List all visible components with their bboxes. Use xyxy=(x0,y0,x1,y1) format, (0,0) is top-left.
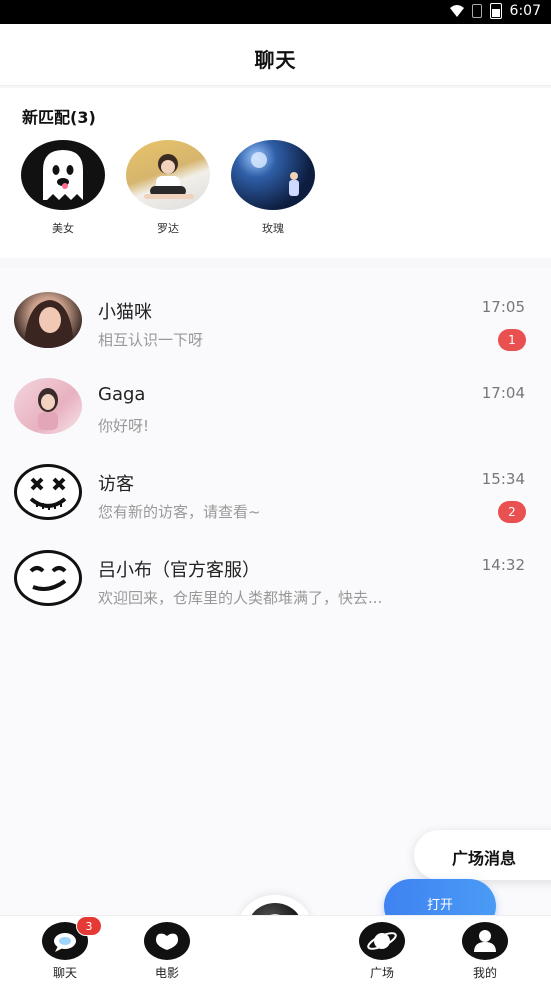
chat-time: 17:05 xyxy=(481,298,525,316)
status-icons: 6:07 xyxy=(449,3,541,19)
plaza-message-pill[interactable]: 广场消息 xyxy=(414,830,551,880)
avatar xyxy=(21,140,105,210)
chat-list: 小猫咪 相互认识一下呀 17:05 1 Gaga 你好呀! 17:04 访客 您… xyxy=(0,268,551,915)
status-time: 6:07 xyxy=(509,3,541,19)
tab-label: 电影 xyxy=(154,966,179,980)
tab-chat[interactable]: 3 聊天 xyxy=(35,916,102,981)
avatar xyxy=(14,378,82,434)
header: 聊天 xyxy=(0,24,551,86)
tab-label: 聊天 xyxy=(52,966,77,980)
avatar xyxy=(14,292,82,348)
chat-row[interactable]: Gaga 你好呀! 17:04 xyxy=(0,362,551,448)
unread-badge: 1 xyxy=(498,329,526,351)
page-title: 聊天 xyxy=(254,48,297,72)
avatar xyxy=(14,550,82,606)
chat-message: 欢迎回来，仓库里的人类都堆满了，快去... xyxy=(98,589,383,607)
plaza-message-label: 广场消息 xyxy=(452,849,517,868)
planet-icon xyxy=(359,922,405,960)
new-match-item[interactable]: 玫瑰 xyxy=(230,140,316,236)
tab-profile[interactable]: 我的 xyxy=(455,922,515,981)
new-match-item[interactable]: 罗达 xyxy=(125,140,211,236)
unread-badge: 2 xyxy=(498,501,526,523)
chat-time: 15:34 xyxy=(481,470,525,488)
tab-label: 我的 xyxy=(472,966,497,980)
tab-badge: 3 xyxy=(76,916,102,936)
user-icon xyxy=(462,922,508,960)
chat-time: 14:32 xyxy=(481,556,525,574)
photo-person xyxy=(144,154,194,199)
smirk-face-icon xyxy=(29,566,67,591)
photo-scene xyxy=(251,152,299,196)
tab-label: 广场 xyxy=(369,966,394,980)
new-matches-title: 新匹配(3) xyxy=(22,108,96,127)
status-bar: 6:07 xyxy=(0,0,551,24)
bottom-tab-bar: 3 聊天 电影 广场 我的 xyxy=(0,915,551,985)
wifi-icon xyxy=(449,5,464,17)
sim-icon xyxy=(471,4,482,18)
chat-name: Gaga xyxy=(98,384,146,405)
new-match-name: 美女 xyxy=(52,222,74,235)
avatar xyxy=(14,464,82,520)
photo-person xyxy=(38,388,58,430)
ghost-icon xyxy=(43,150,83,200)
new-match-name: 罗达 xyxy=(157,222,179,235)
chat-time: 17:04 xyxy=(481,384,525,402)
avatar xyxy=(126,140,210,210)
chat-row[interactable]: 小猫咪 相互认识一下呀 17:05 1 xyxy=(0,276,551,362)
chat-message: 相互认识一下呀 xyxy=(98,331,204,349)
chat-row[interactable]: 吕小布（官方客服） 欢迎回来，仓库里的人类都堆满了，快去... 14:32 xyxy=(0,534,551,620)
photo-person xyxy=(24,300,74,348)
chat-icon: 3 xyxy=(42,916,102,960)
chat-row[interactable]: 访客 您有新的访客，请查看~ 15:34 2 xyxy=(0,448,551,534)
chat-name: 访客 xyxy=(98,474,134,495)
movie-icon xyxy=(144,922,190,960)
tab-plaza[interactable]: 广场 xyxy=(352,922,412,981)
chat-name: 小猫咪 xyxy=(98,302,152,323)
avatar xyxy=(231,140,315,210)
status-bar-ghost xyxy=(30,6,80,18)
new-matches-section: 新匹配(3) 美女 罗达 玫瑰 xyxy=(0,88,551,258)
battery-icon xyxy=(489,3,502,19)
chat-message: 您有新的访客，请查看~ xyxy=(98,503,261,521)
new-match-name: 玫瑰 xyxy=(262,222,284,235)
chat-message: 你好呀! xyxy=(98,417,150,435)
tab-movie[interactable]: 电影 xyxy=(137,922,197,981)
new-match-item[interactable]: 美女 xyxy=(20,140,106,236)
chat-name: 吕小布（官方客服） xyxy=(98,560,260,581)
dead-face-icon xyxy=(29,477,67,510)
